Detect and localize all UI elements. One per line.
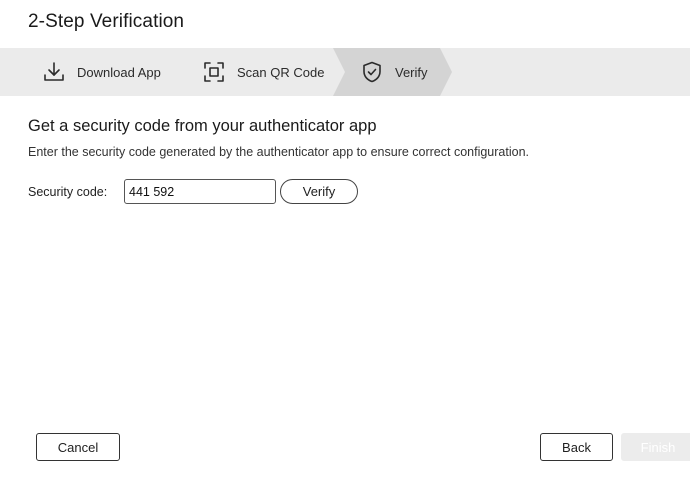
security-code-input[interactable]	[124, 179, 276, 204]
step-scan-qr-code: Scan QR Code	[201, 48, 324, 96]
page-title: 2-Step Verification	[28, 11, 185, 32]
security-code-label: Security code:	[28, 185, 108, 199]
shield-check-icon	[359, 59, 385, 85]
section-heading: Get a security code from your authentica…	[28, 117, 377, 135]
step-verify: Verify	[359, 48, 428, 96]
verify-button[interactable]: Verify	[280, 179, 358, 204]
download-icon	[41, 59, 67, 85]
finish-button[interactable]: Finish	[621, 433, 690, 461]
step-scan-label: Scan QR Code	[237, 64, 325, 80]
cancel-button[interactable]: Cancel	[36, 433, 120, 461]
step-download-label: Download App	[77, 64, 161, 80]
back-button[interactable]: Back	[540, 433, 613, 461]
step-download-app: Download App	[41, 48, 161, 96]
qr-scan-icon	[201, 59, 227, 85]
step-verify-label: Verify	[395, 64, 428, 80]
section-description: Enter the security code generated by the…	[28, 145, 530, 159]
step-progress-bar: Download App Scan QR Code Verify	[0, 48, 690, 96]
